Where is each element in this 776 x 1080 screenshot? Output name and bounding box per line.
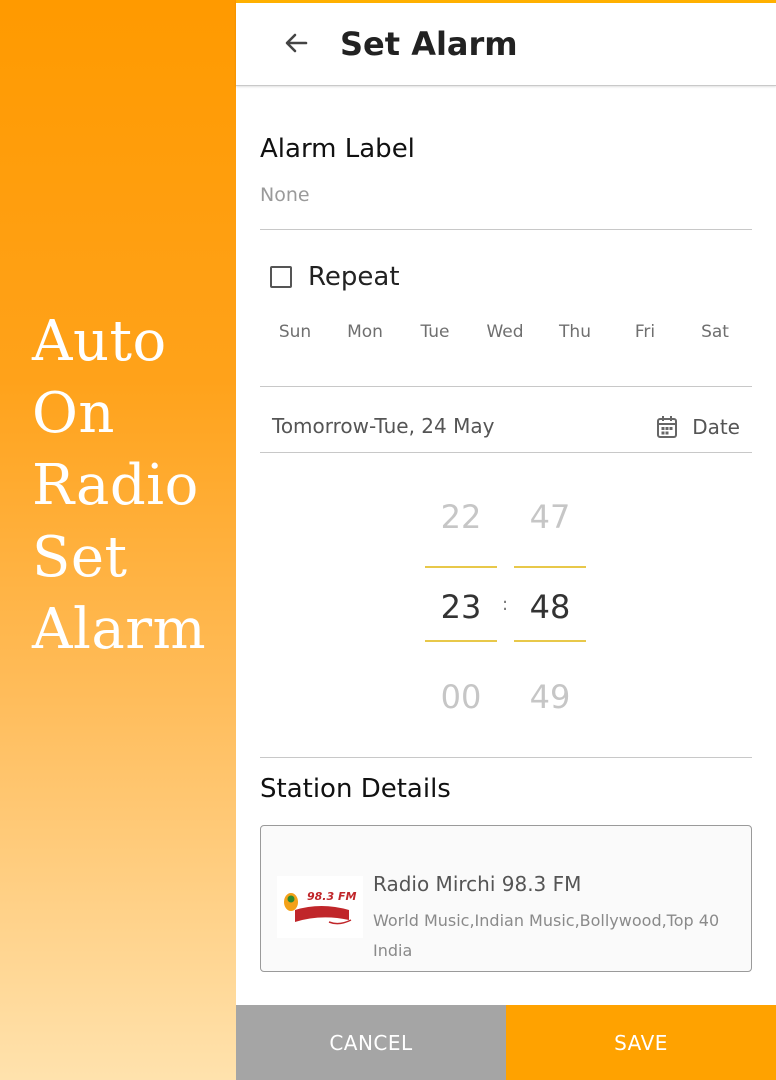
alarm-label-input[interactable]: None (260, 184, 310, 206)
day-thu[interactable]: Thu (540, 322, 610, 342)
alarm-label-heading: Alarm Label (260, 134, 415, 164)
calendar-icon (657, 416, 678, 438)
station-details-heading: Station Details (260, 774, 451, 804)
divider (260, 452, 752, 453)
time-separator: : (502, 594, 509, 615)
page-title: Set Alarm (340, 25, 518, 63)
radio-mirchi-logo: 98.3 FM (284, 890, 356, 925)
divider (260, 757, 752, 758)
station-logo: 98.3 FM (277, 876, 363, 938)
minute-next[interactable]: 49 (514, 678, 586, 716)
promo-line: Set (32, 525, 128, 590)
minute-selected[interactable]: 48 (514, 588, 586, 626)
promo-banner: Auto On Radio Set Alarm (0, 0, 236, 1080)
minute-prev[interactable]: 47 (514, 498, 586, 536)
station-name: Radio Mirchi 98.3 FM (373, 872, 582, 896)
repeat-checkbox[interactable] (270, 266, 292, 288)
day-mon[interactable]: Mon (330, 322, 400, 342)
divider (260, 229, 752, 230)
hour-selected[interactable]: 23 (425, 588, 497, 626)
app-bar: Set Alarm (236, 0, 776, 86)
date-button-label: Date (692, 415, 740, 439)
hour-select-line-top (425, 566, 497, 568)
weekday-selector: Sun Mon Tue Wed Thu Fri Sat (260, 322, 752, 342)
promo-text: Auto On Radio Set Alarm (32, 306, 206, 666)
promo-line: Auto (32, 309, 167, 374)
cancel-button[interactable]: CANCEL (236, 1005, 506, 1080)
svg-text:98.3 FM: 98.3 FM (307, 890, 356, 903)
day-sat[interactable]: Sat (680, 322, 750, 342)
hour-prev[interactable]: 22 (425, 498, 497, 536)
promo-line: On (32, 381, 115, 446)
day-sun[interactable]: Sun (260, 322, 330, 342)
divider (260, 386, 752, 387)
promo-line: Alarm (32, 597, 207, 662)
minute-select-line-top (514, 566, 586, 568)
day-wed[interactable]: Wed (470, 322, 540, 342)
promo-line: Radio (32, 453, 199, 518)
station-genre-list: World Music,Indian Music,Bollywood,Top 4… (373, 911, 720, 930)
repeat-label: Repeat (308, 262, 400, 292)
station-country: India (373, 941, 413, 960)
station-genres: World Music,Indian Music,Bollywood,Top 4… (373, 906, 743, 966)
day-tue[interactable]: Tue (400, 322, 470, 342)
alarm-date: Tomorrow-Tue, 24 May (272, 414, 495, 438)
hour-select-line-bottom (425, 640, 497, 642)
minute-select-line-bottom (514, 640, 586, 642)
save-button[interactable]: SAVE (506, 1005, 776, 1080)
hour-next[interactable]: 00 (425, 678, 497, 716)
station-card[interactable]: 98.3 FM Radio Mirchi 98.3 FM World Music… (260, 825, 752, 972)
set-alarm-screen: Set Alarm Alarm Label None Repeat Sun Mo… (236, 0, 776, 1080)
date-button[interactable]: Date (656, 412, 740, 442)
arrow-left-icon (285, 33, 308, 53)
day-fri[interactable]: Fri (610, 322, 680, 342)
back-button[interactable] (280, 27, 312, 59)
date-row: Tomorrow-Tue, 24 May Date (260, 410, 752, 444)
